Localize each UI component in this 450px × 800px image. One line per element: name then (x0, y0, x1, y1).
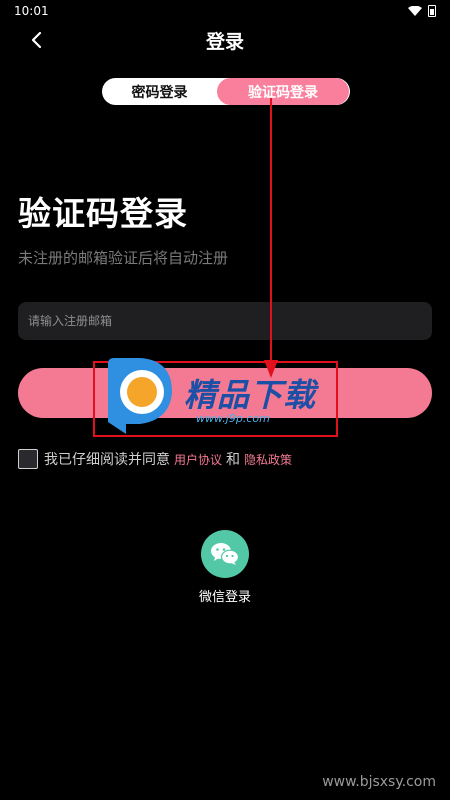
page-title: 验证码登录 (18, 194, 188, 233)
agreement-and: 和 (226, 452, 241, 468)
site-watermark: www.bjsxsy.com (322, 774, 436, 790)
user-agreement-link[interactable]: 用户协议 (174, 451, 222, 468)
agreement-text: 我已仔细阅读并同意 (44, 452, 170, 468)
agreement-row: 我已仔细阅读并同意 用户协议 和 隐私政策 (18, 449, 296, 469)
privacy-policy-link[interactable]: 隐私政策 (244, 451, 292, 468)
agreement-checkbox[interactable] (18, 449, 38, 469)
wechat-login: 微信登录 (190, 530, 260, 605)
chevron-left-icon (31, 31, 42, 49)
status-icons (408, 5, 436, 17)
page-subtitle: 未注册的邮箱验证后将自动注册 (18, 249, 229, 267)
email-field[interactable] (18, 302, 432, 340)
back-button[interactable] (22, 26, 50, 54)
login-mode-tabs: 密码登录 验证码登录 (102, 78, 350, 105)
status-time: 10:01 (14, 4, 49, 18)
status-bar: 10:01 (0, 0, 450, 22)
tab-code-login[interactable]: 验证码登录 (217, 78, 349, 105)
tab-password-login[interactable]: 密码登录 (102, 78, 217, 105)
nav-bar: 登录 (0, 22, 450, 58)
get-code-button[interactable] (18, 368, 432, 418)
wechat-icon (211, 543, 240, 565)
wechat-login-button[interactable] (201, 530, 249, 578)
wifi-icon (408, 6, 422, 16)
nav-title: 登录 (205, 30, 244, 53)
wechat-login-label: 微信登录 (198, 590, 251, 605)
battery-icon (428, 5, 436, 17)
